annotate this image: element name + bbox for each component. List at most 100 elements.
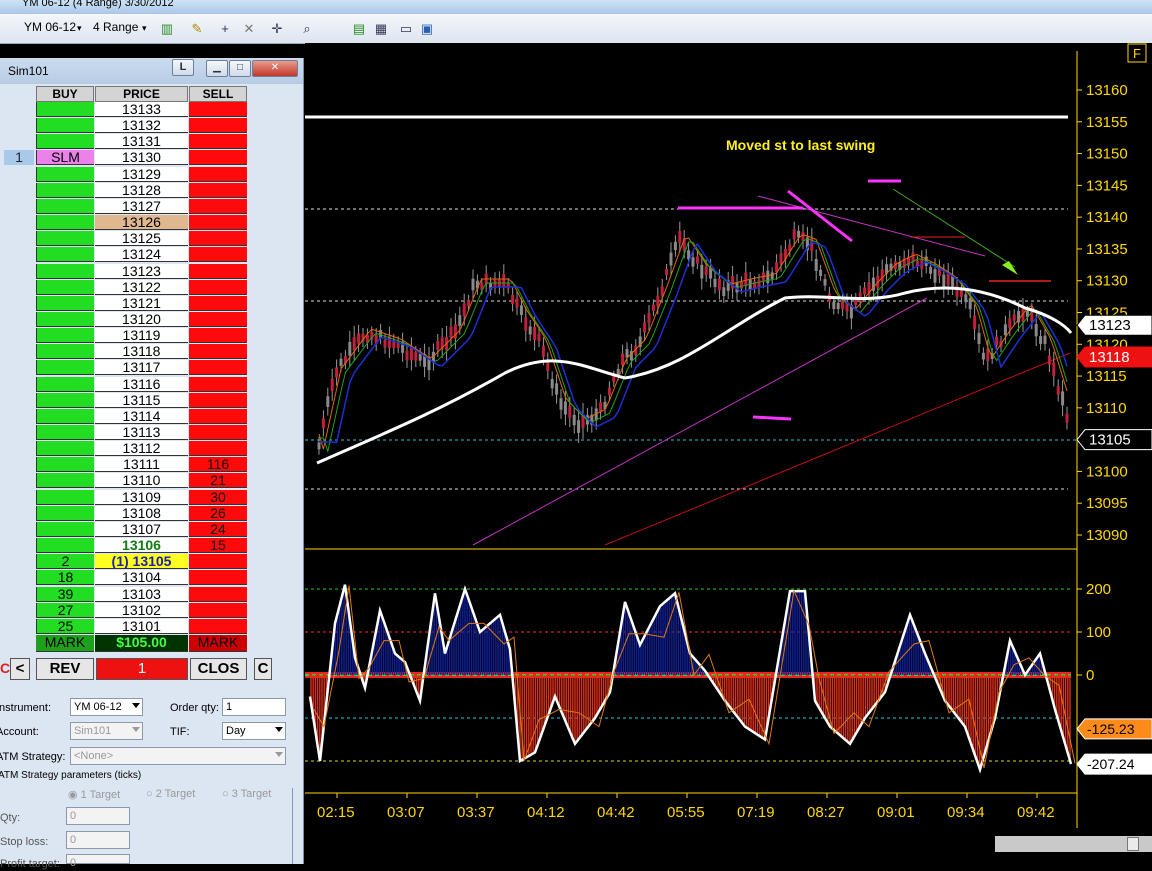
sell-cell[interactable]: 26: [189, 505, 247, 521]
close-icon[interactable]: ✕: [252, 60, 298, 77]
sell-cell[interactable]: [189, 166, 247, 182]
window-icon[interactable]: ▣: [418, 20, 436, 38]
properties-icon[interactable]: ▤: [350, 20, 368, 38]
qty-stepper[interactable]: 0: [66, 807, 130, 825]
buy-cell[interactable]: [36, 376, 94, 392]
buy-cell[interactable]: [36, 102, 94, 117]
sell-cell[interactable]: [189, 328, 247, 344]
buy-cell[interactable]: 39: [36, 586, 94, 602]
target-2-radio[interactable]: ○ 2 Target: [146, 788, 195, 800]
sell-cell[interactable]: [189, 215, 247, 230]
sell-cell[interactable]: [189, 441, 247, 457]
sell-cell[interactable]: [189, 247, 247, 263]
sell-market-button[interactable]: MARK: [189, 634, 247, 652]
sell-cell[interactable]: [189, 408, 247, 424]
stop-loss-stepper[interactable]: 0: [66, 831, 130, 849]
chart-canvas[interactable]: F 13160 13155 13150 13145 13140 13135 13130 1312…: [305, 43, 1152, 864]
bar-type-icon[interactable]: ▥: [158, 20, 176, 38]
buy-cell[interactable]: [36, 295, 94, 311]
account-field[interactable]: Sim101: [70, 722, 143, 740]
sell-cell[interactable]: 15: [189, 538, 247, 553]
center-button[interactable]: C: [254, 658, 272, 680]
buy-cell[interactable]: [36, 360, 94, 376]
scroll-left-button[interactable]: <: [10, 658, 30, 680]
chart-template-icon[interactable]: ▦: [372, 20, 390, 38]
buy-cell[interactable]: [36, 505, 94, 521]
buy-cell[interactable]: [36, 538, 94, 553]
buy-cell[interactable]: [36, 182, 94, 198]
sell-cell[interactable]: [189, 586, 247, 602]
sell-cell[interactable]: [189, 295, 247, 311]
sell-cell[interactable]: [189, 102, 247, 117]
tif-select[interactable]: Day: [222, 722, 286, 740]
sell-cell[interactable]: [189, 554, 247, 570]
instrument-selector[interactable]: YM 06-12: [24, 20, 76, 34]
target-1-radio[interactable]: ◉ 1 Target: [68, 788, 120, 801]
sell-cell[interactable]: [189, 150, 247, 166]
sell-cell[interactable]: [189, 344, 247, 360]
buy-cell[interactable]: [36, 489, 94, 505]
buy-cell[interactable]: [36, 425, 94, 440]
crosshair-icon[interactable]: ✛: [268, 20, 286, 38]
buy-cell[interactable]: [36, 215, 94, 230]
atm-strategy-select[interactable]: <None>: [70, 747, 286, 765]
buy-cell[interactable]: [36, 263, 94, 279]
chevron-down-icon[interactable]: ▾: [142, 23, 147, 34]
price-chart[interactable]: F 13160 13155 13150 13145 13140 13135 13130 1312…: [305, 43, 1152, 864]
buy-cell[interactable]: [36, 473, 94, 489]
minimize-icon[interactable]: ▁: [206, 60, 228, 77]
buy-cell[interactable]: SLM: [36, 150, 94, 166]
buy-cell[interactable]: [36, 198, 94, 214]
sell-cell[interactable]: [189, 570, 247, 586]
sell-cell[interactable]: 116: [189, 457, 247, 473]
sell-cell[interactable]: 21: [189, 473, 247, 489]
buy-cell[interactable]: [36, 521, 94, 537]
sell-cell[interactable]: [189, 376, 247, 392]
order-qty-stepper[interactable]: 1: [222, 698, 286, 716]
sell-cell[interactable]: [189, 263, 247, 279]
remove-indicator-icon[interactable]: ✕: [240, 20, 258, 38]
sell-cell[interactable]: [189, 279, 247, 295]
buy-market-button[interactable]: MARK: [36, 634, 94, 652]
period-selector[interactable]: 4 Range: [93, 20, 138, 34]
buy-cell[interactable]: [36, 118, 94, 134]
buy-cell[interactable]: [36, 134, 94, 150]
buy-cell[interactable]: [36, 231, 94, 247]
buy-cell[interactable]: [36, 279, 94, 295]
sell-cell[interactable]: 24: [189, 521, 247, 537]
sell-cell[interactable]: [189, 602, 247, 618]
link-button[interactable]: L: [172, 59, 194, 76]
sell-cell[interactable]: [189, 360, 247, 376]
chevron-down-icon[interactable]: ▾: [77, 23, 82, 34]
sell-cell[interactable]: [189, 134, 247, 150]
target-3-radio[interactable]: ○ 3 Target: [222, 788, 271, 800]
reverse-button[interactable]: REV: [36, 658, 94, 680]
sell-cell[interactable]: [189, 118, 247, 134]
sell-cell[interactable]: [189, 425, 247, 440]
add-indicator-icon[interactable]: +: [216, 20, 234, 38]
buy-cell[interactable]: 2: [36, 554, 94, 570]
sell-cell[interactable]: [189, 311, 247, 327]
profit-target-stepper[interactable]: 0: [66, 854, 130, 869]
buy-cell[interactable]: [36, 457, 94, 473]
horizontal-scrollbar[interactable]: [995, 836, 1152, 852]
buy-cell[interactable]: [36, 392, 94, 408]
sell-cell[interactable]: [189, 392, 247, 408]
buy-cell[interactable]: [36, 441, 94, 457]
scrollbar-thumb[interactable]: [1127, 837, 1139, 851]
pencil-icon[interactable]: ✎: [188, 20, 206, 38]
zoom-icon[interactable]: ⌕: [298, 20, 316, 38]
close-position-button[interactable]: CLOS: [190, 658, 247, 680]
sell-cell[interactable]: [189, 618, 247, 634]
sell-cell[interactable]: 30: [189, 489, 247, 505]
sell-cell[interactable]: [189, 231, 247, 247]
buy-cell[interactable]: [36, 408, 94, 424]
buy-cell[interactable]: [36, 328, 94, 344]
data-box-icon[interactable]: ▭: [397, 20, 415, 38]
buy-cell[interactable]: [36, 344, 94, 360]
buy-cell[interactable]: 25: [36, 618, 94, 634]
buy-cell[interactable]: 27: [36, 602, 94, 618]
sell-cell[interactable]: [189, 182, 247, 198]
sell-cell[interactable]: [189, 198, 247, 214]
buy-cell[interactable]: [36, 311, 94, 327]
